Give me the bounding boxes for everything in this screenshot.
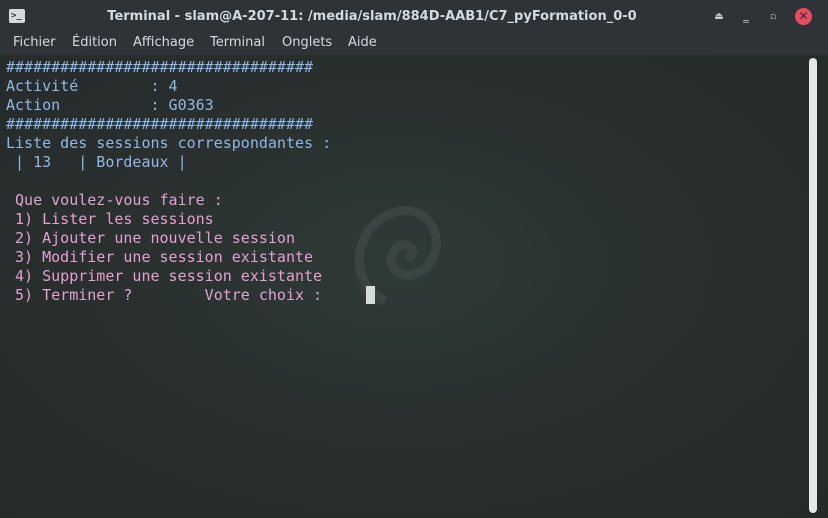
terminal-line: 1) Lister les sessions: [6, 210, 214, 228]
terminal-line: ##################################: [6, 115, 314, 133]
close-icon: ✕: [798, 9, 809, 23]
eject-icon: ⏏: [714, 11, 724, 22]
menu-edition[interactable]: Édition: [72, 33, 117, 55]
menu-terminal[interactable]: Terminal: [210, 33, 265, 55]
terminal-line: 3) Modifier une session existante: [6, 248, 314, 266]
terminal-line: Activité : 4: [6, 77, 178, 95]
scrollbar-thumb[interactable]: [809, 58, 817, 513]
maximize-icon: ▫: [769, 12, 777, 22]
minimize-icon: ‗: [743, 10, 749, 23]
terminal-line: Que voulez-vous faire :: [6, 191, 223, 209]
close-button[interactable]: ✕: [795, 8, 812, 25]
window-title: Terminal - slam@A-207-11: /media/slam/88…: [107, 9, 637, 24]
menu-affichage[interactable]: Affichage: [133, 33, 194, 55]
terminal-line: 2) Ajouter une nouvelle session: [6, 229, 295, 247]
shade-button[interactable]: ⏏: [711, 9, 727, 25]
terminal-window: >_ Terminal - slam@A-207-11: /media/slam…: [0, 0, 828, 518]
terminal-line: ##################################: [6, 58, 314, 76]
terminal-output-area[interactable]: ################################## Activ…: [0, 55, 828, 518]
menu-bar: Fichier Édition Affichage Terminal Ongle…: [0, 33, 828, 55]
text-cursor: [366, 286, 375, 304]
terminal-line: | 13 | Bordeaux |: [6, 153, 187, 171]
minimize-button[interactable]: ‗: [738, 9, 754, 25]
maximize-button[interactable]: ▫: [765, 9, 781, 25]
terminal-line: Liste des sessions correspondantes :: [6, 134, 332, 152]
menu-onglets[interactable]: Onglets: [282, 33, 332, 55]
menu-aide[interactable]: Aide: [348, 33, 377, 55]
title-bar[interactable]: >_ Terminal - slam@A-207-11: /media/slam…: [0, 0, 828, 33]
terminal-prompt-line: 5) Terminer ? Votre choix :: [6, 286, 332, 304]
terminal-line: 4) Supprimer une session existante: [6, 267, 323, 285]
menu-fichier[interactable]: Fichier: [13, 33, 56, 55]
terminal-line: Action : G0363: [6, 96, 214, 114]
